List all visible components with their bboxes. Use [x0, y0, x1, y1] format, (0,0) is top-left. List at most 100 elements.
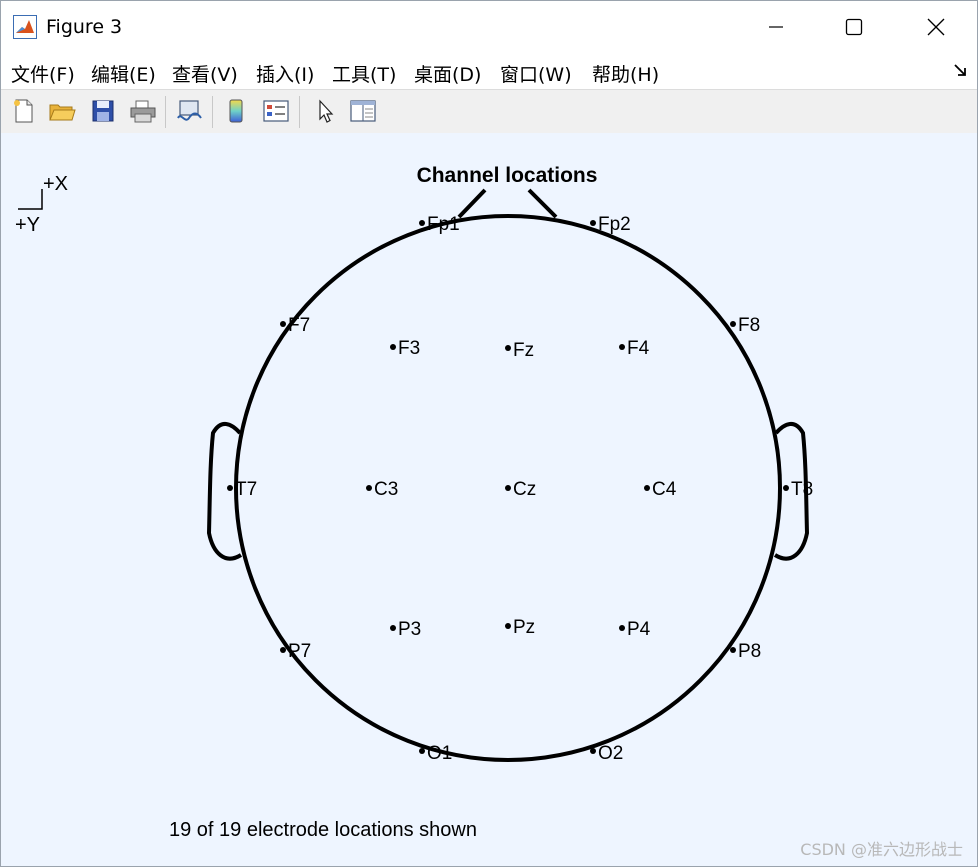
electrode-label-p4: P4: [627, 619, 651, 640]
electrode: P8: [730, 641, 761, 662]
save-button[interactable]: [88, 96, 118, 126]
electrode-label-cz: Cz: [513, 479, 536, 500]
open-folder-icon: [49, 104, 76, 121]
toolbar: [1, 89, 977, 134]
save-icon: [92, 100, 114, 122]
electrode: T8: [783, 479, 813, 500]
electrode-marker: [366, 485, 372, 491]
menu-desktop[interactable]: 桌面(D): [414, 60, 481, 87]
electrode-marker: [419, 220, 425, 226]
electrode: Fz: [505, 340, 534, 361]
electrode-label-t8: T8: [791, 479, 813, 500]
electrode-label-o2: O2: [598, 743, 623, 764]
nose-outline: [457, 188, 558, 219]
electrode: P4: [619, 619, 651, 640]
electrode: Cz: [505, 479, 536, 500]
electrode: P3: [390, 619, 421, 640]
property-inspector-button[interactable]: [348, 96, 378, 126]
menu-bar: 文件(F) 编辑(E) 查看(V) 插入(I) 工具(T) 桌面(D) 窗口(W…: [1, 53, 977, 89]
electrode-label-o1: O1: [427, 743, 452, 764]
electrode: F3: [390, 338, 420, 359]
electrode-marker: [280, 321, 286, 327]
electrode-marker: [390, 344, 396, 350]
toolbar-separator: [212, 96, 213, 128]
electrode-marker: [644, 485, 650, 491]
electrode-label-p7: P7: [288, 641, 311, 662]
electrode-marker: [619, 625, 625, 631]
menu-help[interactable]: 帮助(H): [592, 60, 659, 87]
electrode-label-c3: C3: [374, 479, 398, 500]
toolbar-separator: [299, 96, 300, 128]
watermark: CSDN @准六边形战士: [800, 840, 963, 859]
electrode-marker: [619, 344, 625, 350]
matlab-icon: [13, 15, 37, 39]
electrode-label-f8: F8: [738, 315, 760, 336]
electrode-marker: [730, 321, 736, 327]
close-button[interactable]: [897, 1, 975, 53]
menu-edit[interactable]: 编辑(E): [91, 60, 156, 87]
colorbar-button[interactable]: [221, 96, 251, 126]
dock-arrow-icon[interactable]: [953, 63, 967, 77]
new-figure-button[interactable]: [9, 96, 39, 126]
link-plot-button[interactable]: [174, 96, 204, 126]
electrode-label-fp1: Fp1: [427, 214, 460, 235]
electrode: F4: [619, 338, 650, 359]
legend-icon: [263, 100, 289, 122]
electrode-label-fz: Fz: [513, 340, 534, 361]
electrode-count-caption: 19 of 19 electrode locations shown: [169, 819, 477, 841]
electrode-label-fp2: Fp2: [598, 214, 631, 235]
electrode-label-f7: F7: [288, 315, 310, 336]
electrode-label-p8: P8: [738, 641, 761, 662]
maximize-button[interactable]: [815, 1, 893, 53]
electrode-marker: [505, 623, 511, 629]
plot-title: Channel locations: [417, 164, 598, 187]
electrode: Pz: [505, 617, 535, 638]
electrode-label-p3: P3: [398, 619, 421, 640]
new-figure-icon: [14, 99, 33, 123]
minimize-icon: [769, 26, 783, 28]
electrode-marker: [590, 220, 596, 226]
property-inspector-icon: [350, 100, 376, 122]
menu-view[interactable]: 查看(V): [172, 60, 238, 87]
electrode-marker: [730, 647, 736, 653]
electrode-marker: [505, 485, 511, 491]
electrode-label-f4: F4: [627, 338, 650, 359]
electrode: Fp1: [419, 214, 460, 235]
electrode: T7: [227, 479, 257, 500]
electrode-marker: [505, 345, 511, 351]
open-button[interactable]: [47, 96, 77, 126]
print-icon: [130, 100, 156, 123]
electrode-label-t7: T7: [235, 479, 257, 500]
figure-window: Figure 3 文件(F) 编辑(E) 查看(V) 插入(I) 工具(T) 桌…: [0, 0, 978, 867]
link-plot-icon: [177, 100, 202, 121]
menu-file[interactable]: 文件(F): [11, 60, 75, 87]
electrode: C4: [644, 479, 677, 500]
electrode: C3: [366, 479, 398, 500]
electrode-label-f3: F3: [398, 338, 420, 359]
axis-orientation-indicator: [18, 189, 43, 210]
axis-x-label: +X: [43, 173, 68, 195]
electrode-marker: [390, 625, 396, 631]
electrode: F8: [730, 315, 760, 336]
electrode-marker: [783, 485, 789, 491]
electrode-marker: [590, 748, 596, 754]
electrode-marker: [419, 748, 425, 754]
menu-window[interactable]: 窗口(W): [500, 60, 572, 87]
print-button[interactable]: [128, 96, 158, 126]
figure-canvas[interactable]: +X +Y Channel locations Fp1 Fp2 F7 F3 Fz…: [1, 133, 977, 866]
electrode-label-c4: C4: [652, 479, 677, 500]
title-bar: Figure 3: [1, 1, 977, 53]
axis-y-label: +Y: [15, 214, 40, 236]
window-title: Figure 3: [46, 16, 123, 38]
electrode-marker: [227, 485, 233, 491]
toolbar-separator: [165, 96, 166, 128]
menu-tools[interactable]: 工具(T): [332, 60, 396, 87]
legend-button[interactable]: [261, 96, 291, 126]
pointer-button[interactable]: [310, 96, 340, 126]
electrode-marker: [280, 647, 286, 653]
close-icon: [927, 18, 945, 36]
minimize-button[interactable]: [737, 1, 815, 53]
maximize-icon: [845, 18, 863, 36]
electrode-label-pz: Pz: [513, 617, 535, 638]
menu-insert[interactable]: 插入(I): [256, 60, 314, 87]
